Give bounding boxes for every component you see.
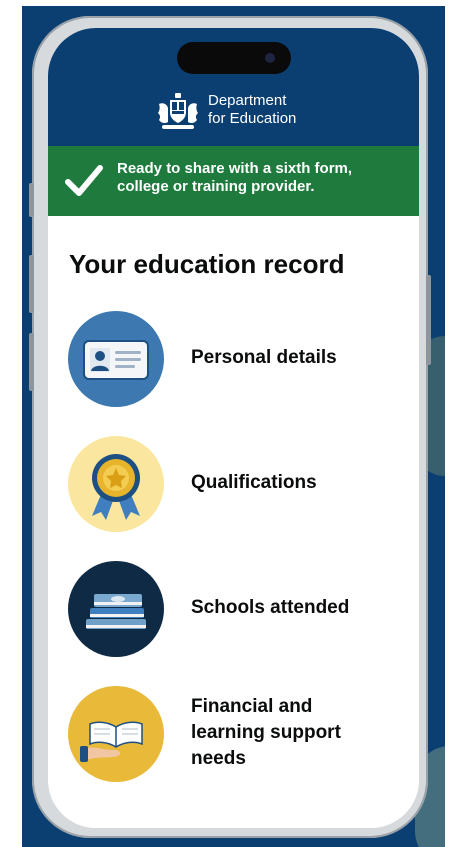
checkmark-icon <box>65 165 103 196</box>
id-card-icon <box>68 311 164 407</box>
royal-coat-of-arms-icon <box>158 93 198 129</box>
record-item-personal-details[interactable]: Personal details <box>68 311 408 407</box>
department-line-2: for Education <box>208 110 297 127</box>
phone-power-button <box>426 275 431 365</box>
banner-message: Ready to share with a sixth form, colleg… <box>117 160 409 196</box>
share-ready-banner: Ready to share with a sixth form, colleg… <box>48 146 419 216</box>
record-item-qualifications[interactable]: Qualifications <box>68 436 408 532</box>
department-line-1: Department <box>208 92 287 109</box>
record-item-label: Personal details <box>191 347 337 368</box>
dynamic-island <box>177 42 291 74</box>
phone-volume-down-button <box>29 333 34 391</box>
hand-holding-book-icon <box>68 686 164 782</box>
page-title: Your education record <box>69 249 345 279</box>
record-item-financial-and-learning-support[interactable]: Financial and learning support needs <box>68 686 408 782</box>
banner-message-line-1: Ready to share with a sixth form, <box>117 160 353 177</box>
rosette-medal-icon <box>68 436 164 532</box>
record-item-schools-attended[interactable]: Schools attended <box>68 561 408 657</box>
record-item-label: Schools attended <box>191 597 350 618</box>
phone-action-button <box>29 183 34 217</box>
department-name: Department for Education <box>208 92 296 128</box>
record-item-label: Financial and learning support needs <box>191 696 341 769</box>
record-item-label: Qualifications <box>191 472 317 493</box>
book-stack-icon <box>68 561 164 657</box>
front-camera <box>265 53 275 63</box>
phone-screen: Department for Education Ready to share … <box>48 28 419 828</box>
phone-volume-up-button <box>29 255 34 313</box>
banner-message-line-2: college or training provider. <box>117 178 315 195</box>
